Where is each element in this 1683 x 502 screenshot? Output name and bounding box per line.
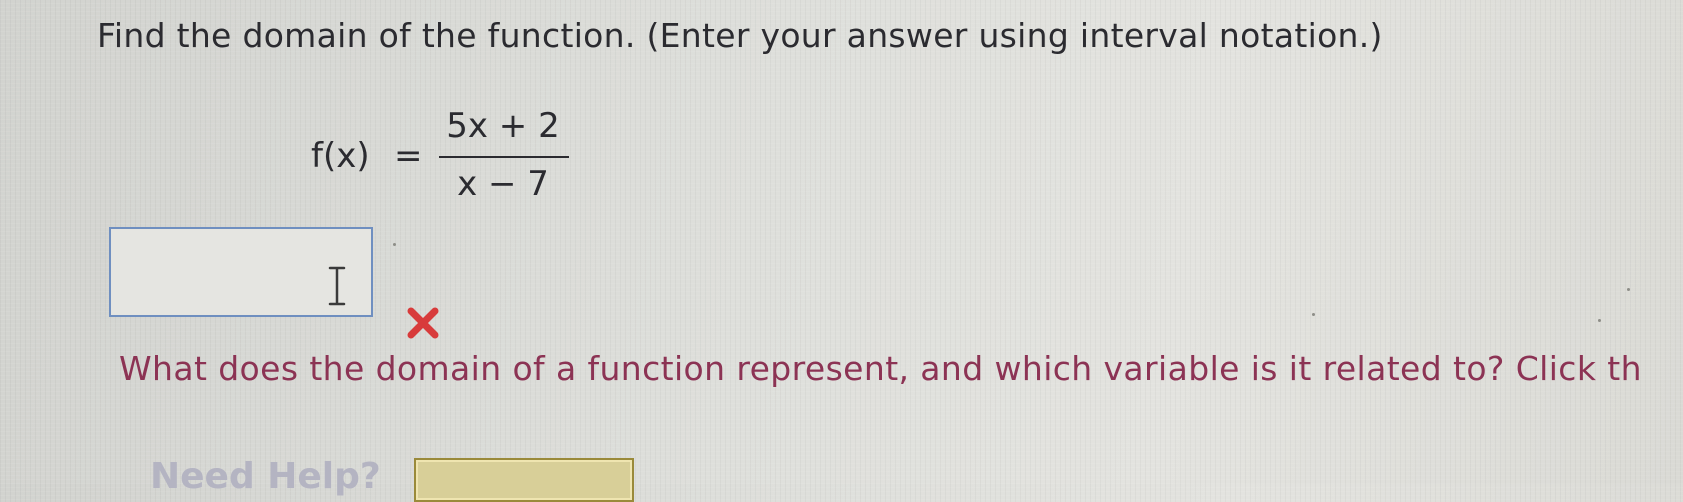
question-text: Find the domain of the function. (Enter … xyxy=(97,16,1383,55)
fraction-denominator: x − 7 xyxy=(457,164,549,204)
hint-text[interactable]: What does the domain of a function repre… xyxy=(119,349,1642,388)
screen-speck xyxy=(1627,288,1630,291)
screen-speck xyxy=(1312,313,1315,316)
need-help-label: Need Help? xyxy=(150,456,381,497)
text-cursor-icon xyxy=(328,266,346,306)
fraction-bar xyxy=(439,156,569,158)
screen-speck xyxy=(393,243,396,246)
screen-speck xyxy=(1598,319,1601,322)
function-lhs: f(x) xyxy=(311,136,370,176)
incorrect-x-icon xyxy=(407,307,439,339)
fraction-numerator: 5x + 2 xyxy=(446,106,560,146)
read-it-button[interactable] xyxy=(414,458,634,502)
equals-sign: = xyxy=(394,136,423,176)
